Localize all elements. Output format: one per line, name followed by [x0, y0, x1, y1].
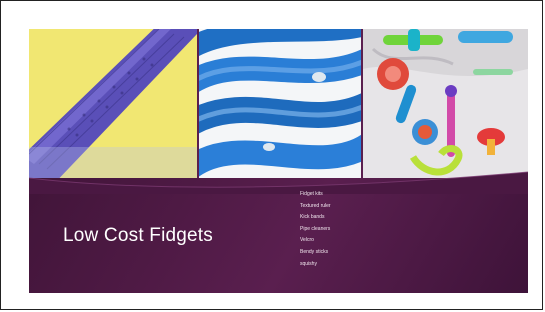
textured-tube-photo: [29, 29, 197, 178]
fidget-toys-photo: [363, 29, 528, 178]
list-item: Velcro: [300, 237, 314, 244]
slide-title: Low Cost Fidgets: [63, 225, 213, 246]
blue-coil-photo: [199, 29, 361, 178]
list-item: Kick bands: [300, 214, 325, 221]
wave-divider: [29, 171, 528, 194]
list-item: squishy: [300, 260, 317, 267]
slide: Low Cost Fidgets Fidget kits Textured ru…: [29, 29, 528, 293]
bullet-list: Fidget kits Textured ruler Kick bands Pi…: [300, 189, 331, 270]
list-item: Fidget kits: [300, 191, 323, 197]
list-item: Bendy sticks: [300, 248, 329, 255]
list-item: Textured ruler: [300, 202, 331, 209]
slide-frame: Low Cost Fidgets Fidget kits Textured ru…: [0, 0, 543, 310]
list-item: Pipe cleaners: [300, 225, 331, 232]
